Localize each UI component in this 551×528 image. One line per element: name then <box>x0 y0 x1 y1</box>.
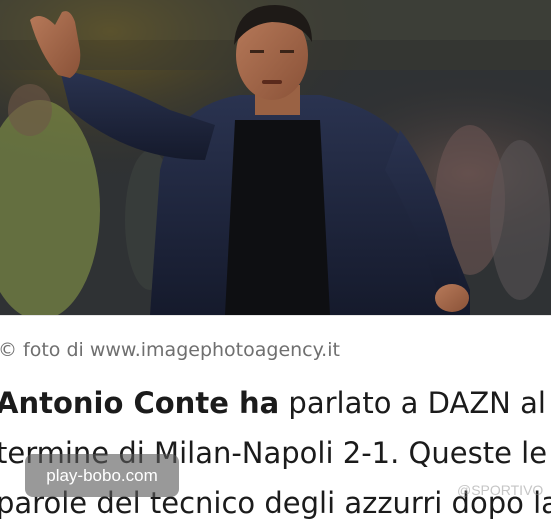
caption-text: foto di www.imagephotoagency.it <box>23 339 340 361</box>
watermark-faint: @SPORTIVO <box>457 482 544 498</box>
article-line-1: Antonio Conte ha parlato a DAZN al <box>0 378 551 428</box>
copyright-icon: © <box>0 339 17 361</box>
article-body: Antonio Conte ha parlato a DAZN al termi… <box>0 378 551 528</box>
article-photo <box>0 0 551 315</box>
article-lead-bold: Antonio Conte ha <box>0 386 280 420</box>
photo-caption: © foto di www.imagephotoagency.it <box>0 336 340 364</box>
divider <box>0 315 551 316</box>
article-lead-rest: parlato a DAZN al <box>279 386 546 420</box>
watermark-badge: play-bobo.com <box>25 454 179 497</box>
photo-of-coach-icon <box>0 0 551 315</box>
